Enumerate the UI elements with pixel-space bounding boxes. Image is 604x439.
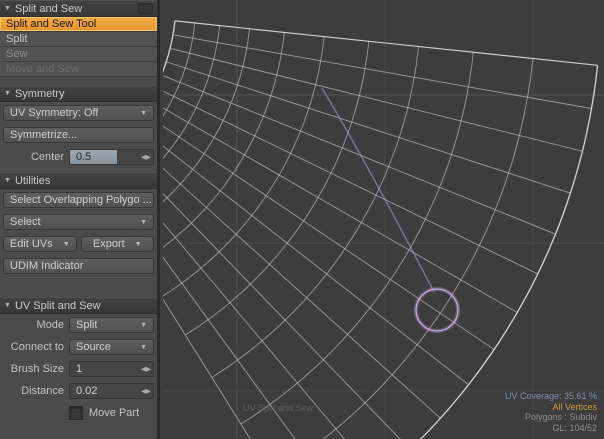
select-overlapping-button[interactable]: Select Overlapping Polygo ... xyxy=(3,192,154,208)
mode-label: Mode xyxy=(0,319,69,331)
select-dropdown-value: Select xyxy=(10,216,41,228)
center-value: 0.5 xyxy=(70,151,91,163)
brush-size-value: 1 xyxy=(70,363,82,375)
brush-cursor-circle xyxy=(416,289,458,331)
chevron-down-icon: ▼ xyxy=(136,219,147,226)
section-header-label: UV Split and Sew xyxy=(15,300,101,312)
chevron-down-icon: ▼ xyxy=(131,241,142,248)
distance-field[interactable]: 0.02 ◀▶ xyxy=(69,383,154,399)
chevron-down-icon: ▼ xyxy=(136,110,147,117)
export-label: Export xyxy=(93,238,125,250)
mode-value: Split xyxy=(76,319,97,331)
spinner-arrows-icon[interactable]: ◀▶ xyxy=(141,384,151,398)
collapse-triangle-icon: ▼ xyxy=(4,302,11,309)
uv-mesh-canvas[interactable] xyxy=(163,0,604,439)
collapse-triangle-icon: ▼ xyxy=(4,177,11,184)
header-widget[interactable] xyxy=(138,3,153,14)
connect-to-label: Connect to xyxy=(0,341,69,353)
chevron-down-icon: ▼ xyxy=(59,241,70,248)
tool-split-and-sew-tool[interactable]: Split and Sew Tool xyxy=(0,17,157,32)
spinner-arrows-icon[interactable]: ◀▶ xyxy=(141,362,151,376)
uv-symmetry-value: UV Symmetry: Off xyxy=(10,107,98,119)
section-header-label: Utilities xyxy=(15,175,50,187)
tool-split[interactable]: Split xyxy=(0,32,157,47)
center-field[interactable]: 0.5 ◀▶ xyxy=(69,149,154,165)
center-label: Center xyxy=(0,151,69,163)
edit-uvs-button[interactable]: Edit UVs ▼ xyxy=(3,236,77,252)
connect-to-value: Source xyxy=(76,341,111,353)
chevron-down-icon: ▼ xyxy=(136,344,147,351)
select-dropdown[interactable]: Select ▼ xyxy=(3,214,154,230)
distance-label: Distance xyxy=(0,385,69,397)
section-header-utilities[interactable]: ▼ Utilities xyxy=(0,172,157,189)
connect-to-dropdown[interactable]: Source ▼ xyxy=(69,339,154,355)
udim-indicator-button[interactable]: UDIM Indicator xyxy=(3,258,154,274)
edit-uvs-label: Edit UVs xyxy=(10,238,53,250)
move-part-label: Move Part xyxy=(89,407,139,419)
section-header-symmetry[interactable]: ▼ Symmetry xyxy=(0,85,157,102)
uv-symmetry-dropdown[interactable]: UV Symmetry: Off ▼ xyxy=(3,105,154,121)
mode-dropdown[interactable]: Split ▼ xyxy=(69,317,154,333)
app-window: ▼ Split and Sew Split and Sew Tool Split… xyxy=(0,0,604,439)
tool-panel: ▼ Split and Sew Split and Sew Tool Split… xyxy=(0,0,160,439)
chevron-down-icon: ▼ xyxy=(136,322,147,329)
brush-size-label: Brush Size xyxy=(0,363,69,375)
brush-size-field[interactable]: 1 ◀▶ xyxy=(69,361,154,377)
move-part-checkbox[interactable] xyxy=(69,406,83,420)
collapse-triangle-icon: ▼ xyxy=(4,90,11,97)
collapse-triangle-icon: ▼ xyxy=(4,5,11,12)
section-header-split-and-sew[interactable]: ▼ Split and Sew xyxy=(0,0,157,17)
section-header-label: Symmetry xyxy=(15,88,65,100)
export-button[interactable]: Export ▼ xyxy=(81,236,155,252)
section-header-label: Split and Sew xyxy=(15,3,82,15)
symmetrize-button[interactable]: Symmetrize... xyxy=(3,127,154,143)
uv-viewport[interactable]: UV Split and Sew UV Coverage: 35.61 % Al… xyxy=(163,0,604,439)
tool-sew[interactable]: Sew xyxy=(0,47,157,62)
distance-value: 0.02 xyxy=(70,385,97,397)
tool-move-and-sew: Move and Sew xyxy=(0,62,157,77)
spinner-arrows-icon[interactable]: ◀▶ xyxy=(141,150,151,164)
section-header-uv-split-and-sew[interactable]: ▼ UV Split and Sew xyxy=(0,297,157,314)
